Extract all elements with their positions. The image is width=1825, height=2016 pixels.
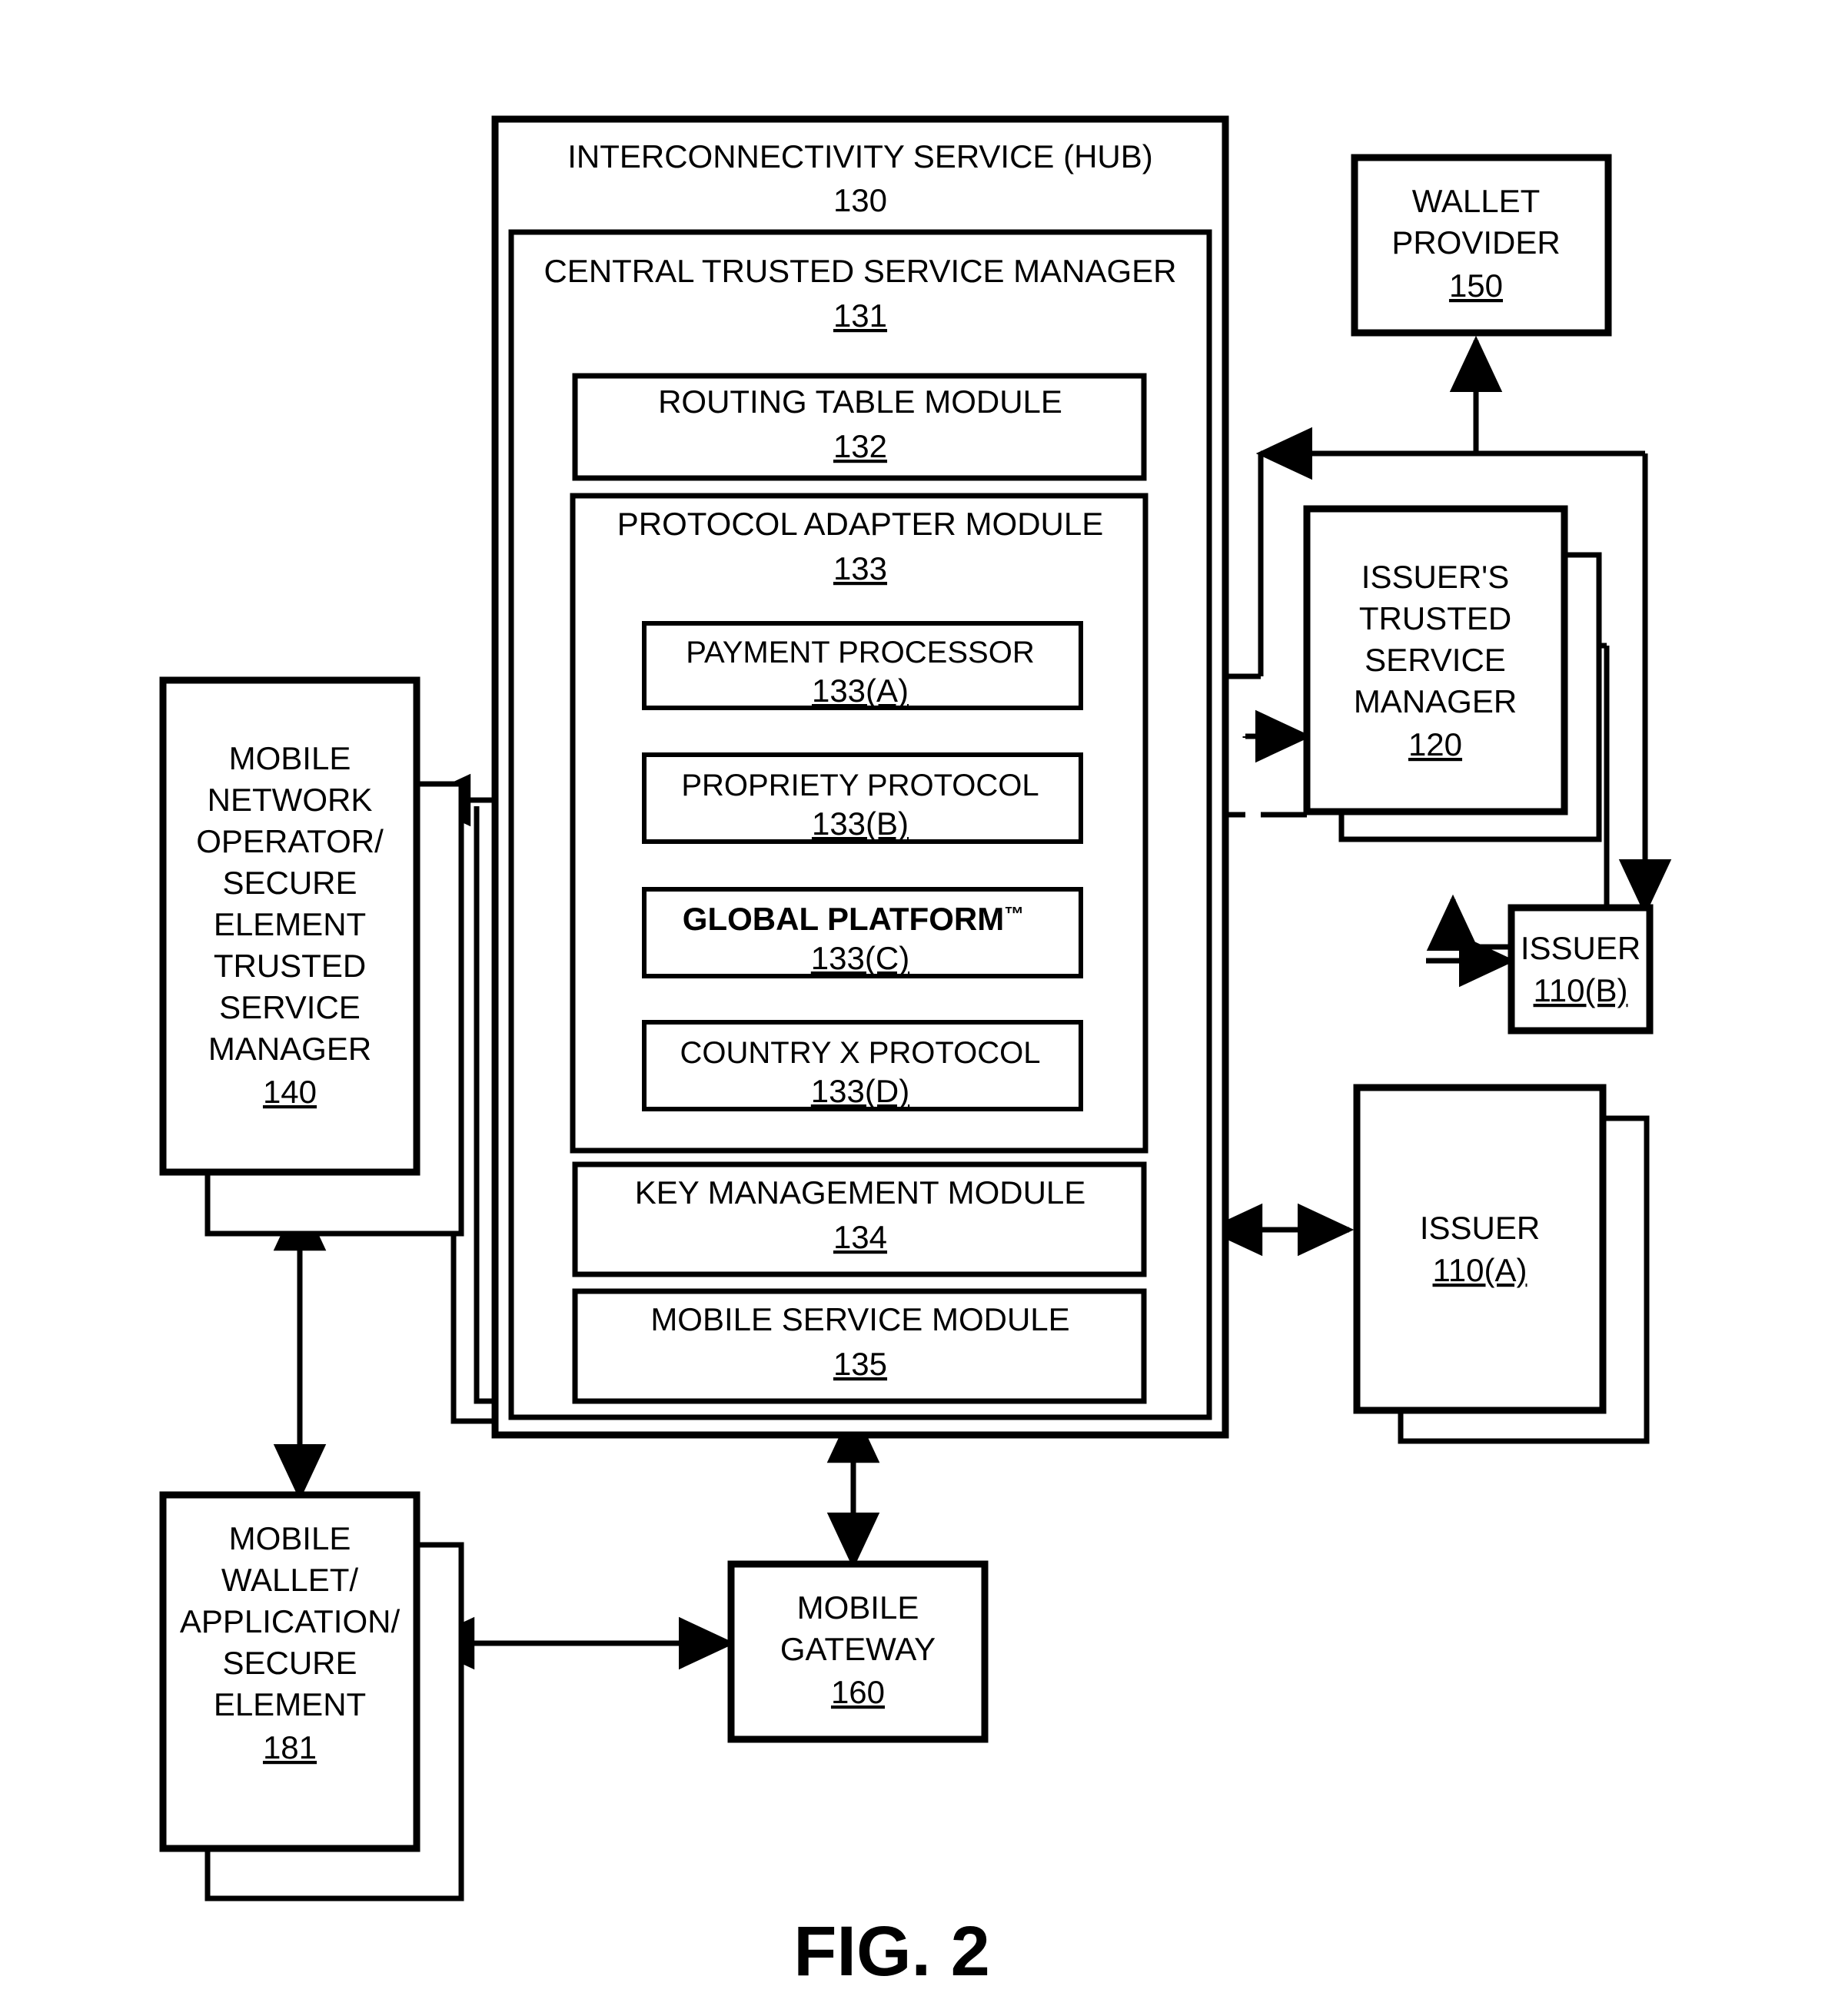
issuer-a-line-1: ISSUER (1420, 1210, 1540, 1246)
issuers-tsm-line-3: SERVICE (1365, 642, 1506, 678)
wallet-provider-line-1: WALLET (1412, 183, 1540, 219)
mobile-wallet-line-3: APPLICATION/ (180, 1603, 401, 1639)
hub-ref: 130 (833, 182, 887, 218)
mno-tsm-line-1: MOBILE (229, 740, 351, 776)
mobile-wallet-line-1: MOBILE (229, 1520, 351, 1556)
key-management-module-ref: 134 (833, 1219, 887, 1255)
hub-title: INTERCONNECTIVITY SERVICE (HUB) (567, 138, 1153, 174)
issuers-tsm-line-2: TRUSTED (1359, 600, 1511, 636)
payment-processor-title: PAYMENT PROCESSOR (686, 636, 1034, 669)
block-diagram-canvas: INTERCONNECTIVITY SERVICE (HUB) 130 CENT… (159, 115, 1672, 1991)
key-management-module-title: KEY MANAGEMENT MODULE (635, 1174, 1086, 1211)
trademark-icon: ™ (1004, 902, 1024, 925)
issuer-a-box (1353, 1084, 1607, 1414)
wallet-provider-ref: 150 (1449, 267, 1503, 304)
mobile-gateway-line-2: GATEWAY (780, 1631, 936, 1667)
issuers-tsm-line-1: ISSUER'S (1361, 559, 1509, 595)
mno-tsm-line-2: NETWORK (208, 782, 373, 818)
global-platform-title: GLOBAL PLATFORM™ (683, 901, 1024, 937)
mobile-wallet-line-2: WALLET/ (221, 1562, 358, 1598)
mobile-service-module-title: MOBILE SERVICE MODULE (650, 1301, 1069, 1337)
mobile-wallet-line-4: SECURE (222, 1645, 357, 1681)
mobile-service-module-ref: 135 (833, 1346, 887, 1382)
mobile-gateway-line-1: MOBILE (797, 1589, 919, 1626)
global-platform-ref: 133(C) (811, 940, 909, 976)
issuers-tsm-ref: 120 (1408, 726, 1462, 762)
country-x-protocol-title: COUNTRY X PROTOCOL (680, 1036, 1041, 1070)
issuer-b-ref: 110(B) (1534, 972, 1628, 1008)
country-x-protocol-ref: 133(D) (811, 1073, 909, 1109)
issuer-b-line-1: ISSUER (1521, 930, 1641, 966)
routing-table-module-ref: 132 (833, 428, 887, 464)
global-platform-title-text: GLOBAL PLATFORM (683, 901, 1004, 937)
protocol-adapter-module-title: PROTOCOL ADAPTER MODULE (617, 506, 1103, 542)
issuer-b-box (1508, 904, 1654, 1035)
mobile-wallet-line-5: ELEMENT (214, 1686, 366, 1722)
wallet-provider-line-2: PROVIDER (1391, 224, 1560, 261)
central-tsm-ref: 131 (833, 297, 887, 334)
mno-tsm-ref: 140 (263, 1074, 317, 1110)
connector-hub-to-issuers-tsm (1242, 709, 1312, 763)
mobile-wallet-ref: 181 (263, 1729, 317, 1765)
mno-tsm-line-8: MANAGER (208, 1031, 371, 1067)
issuers-tsm-line-4: MANAGER (1354, 683, 1517, 719)
propriety-protocol-title: PROPRIETY PROTOCOL (681, 769, 1039, 802)
issuer-a-ref: 110(A) (1433, 1252, 1527, 1288)
mno-tsm-line-5: ELEMENT (214, 906, 366, 942)
mobile-gateway-ref: 160 (831, 1674, 885, 1710)
payment-processor-ref: 133(A) (812, 673, 909, 709)
mno-tsm-line-7: SERVICE (219, 989, 361, 1025)
mno-tsm-line-3: OPERATOR/ (196, 823, 384, 859)
routing-table-module-title: ROUTING TABLE MODULE (658, 384, 1062, 420)
figure-caption: FIG. 2 (793, 1912, 990, 1991)
propriety-protocol-ref: 133(B) (812, 805, 909, 842)
mno-tsm-line-4: SECURE (222, 865, 357, 901)
central-tsm-title: CENTRAL TRUSTED SERVICE MANAGER (544, 253, 1176, 289)
figure-2-diagram: INTERCONNECTIVITY SERVICE (HUB) 130 CENT… (0, 0, 1825, 2016)
protocol-adapter-module-ref: 133 (833, 550, 887, 586)
mno-tsm-line-6: TRUSTED (214, 948, 366, 984)
